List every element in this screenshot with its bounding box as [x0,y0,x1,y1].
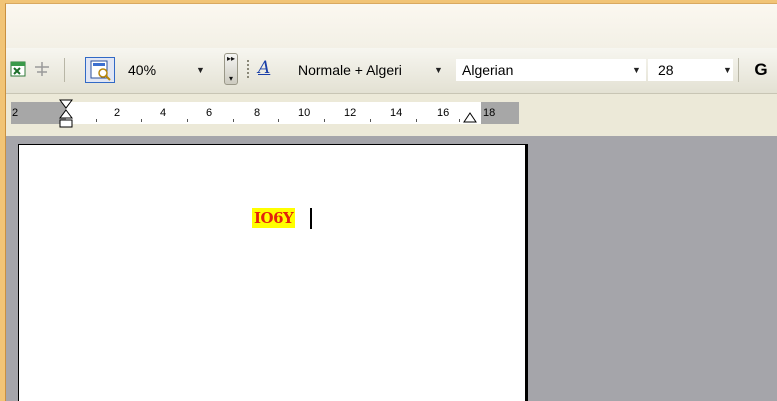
ruler-label: 10 [298,107,311,119]
ruler-label: 2 [12,107,19,119]
formatting-toolbar: 40% ▼ ▸▸ ▾ A Normale + Algeri ▼ Algerian … [6,48,777,94]
document-text[interactable]: IO6Y [252,208,296,228]
toolbar-options-button[interactable]: ▸▸ ▾ [224,53,238,85]
chevron-down-icon: ▼ [632,65,641,75]
ruler-label: 14 [390,107,403,119]
ruler-label: 16 [437,107,450,119]
toolbar-separator [738,58,739,82]
text-caret [310,208,312,229]
chevron-down-icon: ▼ [723,65,732,75]
ruler-tick [233,119,234,122]
ruler-label: 8 [254,107,261,119]
ruler-tick [370,119,371,122]
indent-marker-icon[interactable] [58,98,74,130]
ruler-tick [96,119,97,122]
bold-button[interactable]: G [746,57,776,83]
ruler-label: 12 [344,107,357,119]
style-dropdown[interactable]: Normale + Algeri ▼ [292,59,460,81]
excel-icon[interactable] [10,61,26,77]
chevron-down-icon: ▼ [196,65,205,75]
ruler-tick [278,119,279,122]
ruler-label: 6 [206,107,213,119]
styles-icon[interactable]: A [258,58,270,78]
zoom-dropdown[interactable]: 40% ▼ [120,59,216,81]
zoom-value: 40% [128,62,157,78]
ruler-tick [187,119,188,122]
ruler-tick [416,119,417,122]
style-value: Normale + Algeri [298,62,402,78]
font-dropdown[interactable]: Algerian ▼ [456,59,646,81]
word-window: 40% ▼ ▸▸ ▾ A Normale + Algeri ▼ Algerian … [5,3,777,401]
font-size-dropdown[interactable]: 28 ▼ [648,59,733,81]
title-area [6,4,777,48]
table-icon[interactable] [34,61,50,77]
ruler-tick [324,119,325,122]
toolbar-separator [64,58,65,82]
document-area[interactable]: IO6Y [6,136,777,401]
font-size-value: 28 [658,62,674,78]
ruler-label: 2 [114,107,121,119]
document-map-icon [90,60,111,81]
document-page[interactable]: IO6Y [18,144,528,401]
toolbar-grip[interactable] [247,60,249,80]
ruler-label: 4 [160,107,167,119]
chevron-down-icon: ▼ [434,65,443,75]
ruler-label: 18 [483,107,496,119]
ruler-tick [141,119,142,122]
font-value: Algerian [462,62,514,78]
document-map-button[interactable] [85,57,115,83]
ruler-tick [459,119,460,122]
ruler-area: 2 2 4 6 8 10 12 14 16 18 [6,94,777,136]
right-indent-marker-icon[interactable] [463,112,477,124]
